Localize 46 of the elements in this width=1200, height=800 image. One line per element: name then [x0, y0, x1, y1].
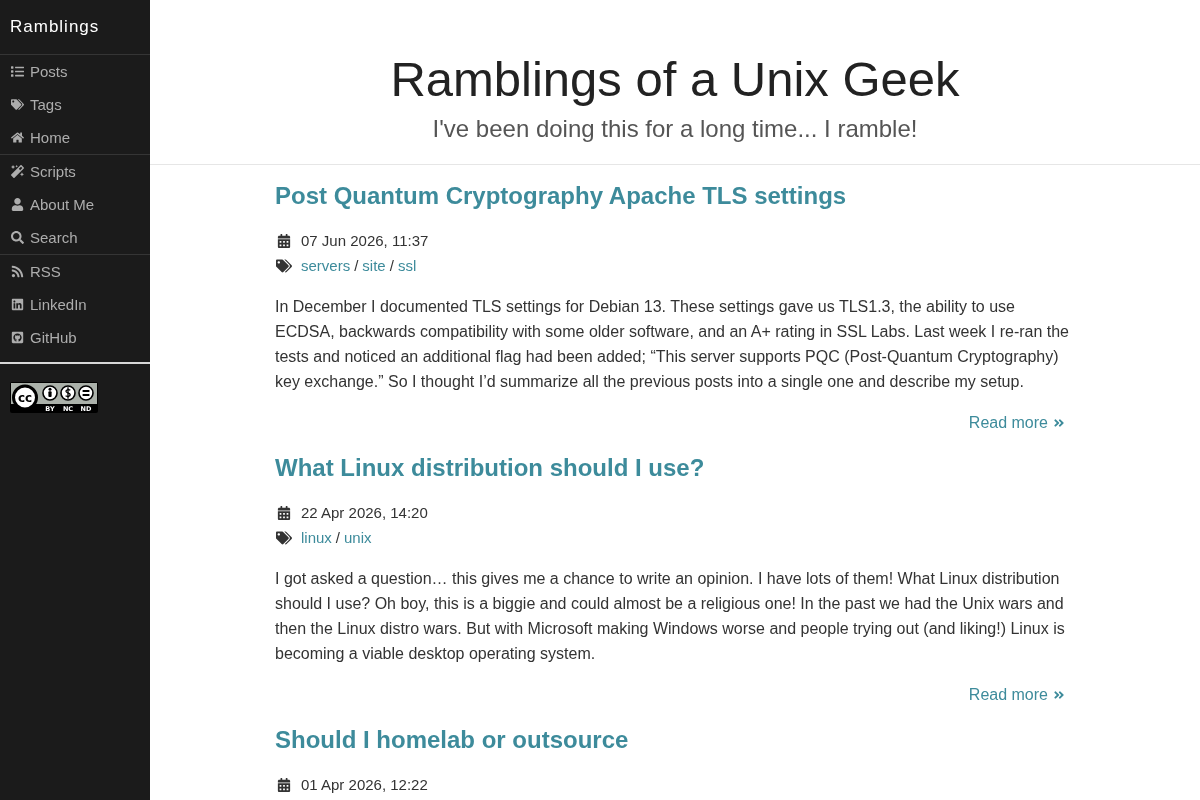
- user-icon: [10, 198, 24, 211]
- nav-link[interactable]: Home: [0, 121, 70, 154]
- tag-separator: /: [354, 256, 359, 276]
- tag-link[interactable]: linux: [301, 525, 332, 550]
- tag-link[interactable]: ssl: [397, 253, 417, 278]
- nav-link[interactable]: LinkedIn: [0, 288, 87, 321]
- post-excerpt: I got asked a question… this gives me a chance to write an opinion. I have lots of them! What Linux distribution should I use? Oh boy, this is a biggie and could almost be a religious one! In the past we had the Unix wars and then the Linux distro wars. But with Microsoft making Windows worse and people trying out (and liking!) Linux is becoming a viable desktop operating system.: [275, 569, 1066, 664]
- post-date: 07 Jun 2026, 11:37: [301, 231, 429, 251]
- tag-separator: /: [335, 528, 341, 548]
- magic-wand-icon: [10, 165, 24, 178]
- tag-link[interactable]: servers: [301, 253, 351, 278]
- github-icon: [10, 331, 24, 344]
- nav-link[interactable]: Posts: [0, 55, 68, 88]
- tags-icon: [10, 98, 24, 111]
- calendar-icon: [277, 233, 291, 248]
- list-icon: [10, 65, 24, 78]
- read-more-link[interactable]: Read more: [968, 682, 1065, 707]
- calendar-icon: [277, 777, 291, 792]
- linkedin-icon: [10, 298, 24, 311]
- tag-separator: /: [389, 256, 394, 276]
- nav-link[interactable]: Search: [0, 221, 78, 254]
- post-excerpt: In December I documented TLS settings for Debian 13. These settings gave us TLS1.3, the ability to use ECDSA, backwards compatibility with some older software, and an A+ rating in SSL Labs. Last week I re-ran the tests and noticed an additional flag had been added; “This server supports PQC (Post-Quantum Cryptography) key exchange.” So I thought I’d summarize all the previous posts into a single one and describe my setup.: [275, 297, 1070, 392]
- home-icon: [10, 131, 24, 144]
- post-date: 01 Apr 2026, 12:22: [301, 775, 428, 795]
- site-brand[interactable]: Ramblings: [10, 16, 100, 38]
- nav-link[interactable]: GitHub: [0, 321, 77, 354]
- site-title: Ramblings of a Unix Geek: [390, 51, 960, 107]
- post-date: 22 Apr 2026, 14:20: [301, 503, 428, 523]
- nav-link[interactable]: About Me: [0, 188, 95, 221]
- nav-link[interactable]: Scripts: [0, 155, 76, 188]
- nav-link[interactable]: Tags: [0, 88, 62, 121]
- tag-link[interactable]: site: [362, 253, 386, 278]
- site-tagline: I've been doing this for a long time... I ramble!: [432, 114, 918, 144]
- post-title-link[interactable]: What Linux distribution should I use?: [275, 454, 705, 481]
- nav-link[interactable]: RSS: [0, 255, 61, 288]
- tags-icon: [276, 257, 292, 274]
- tag-link[interactable]: unix: [344, 525, 372, 550]
- rss-icon: [10, 265, 24, 278]
- read-more-link[interactable]: Read more: [968, 410, 1065, 435]
- search-icon: [10, 231, 24, 244]
- calendar-icon: [277, 505, 291, 520]
- double-chevron-icon: [1053, 416, 1065, 429]
- post-title-link[interactable]: Should I homelab or outsource: [275, 726, 629, 753]
- tags-icon: [276, 529, 292, 546]
- post-title-link[interactable]: Post Quantum Cryptography Apache TLS settings: [275, 182, 847, 209]
- double-chevron-icon: [1053, 688, 1065, 701]
